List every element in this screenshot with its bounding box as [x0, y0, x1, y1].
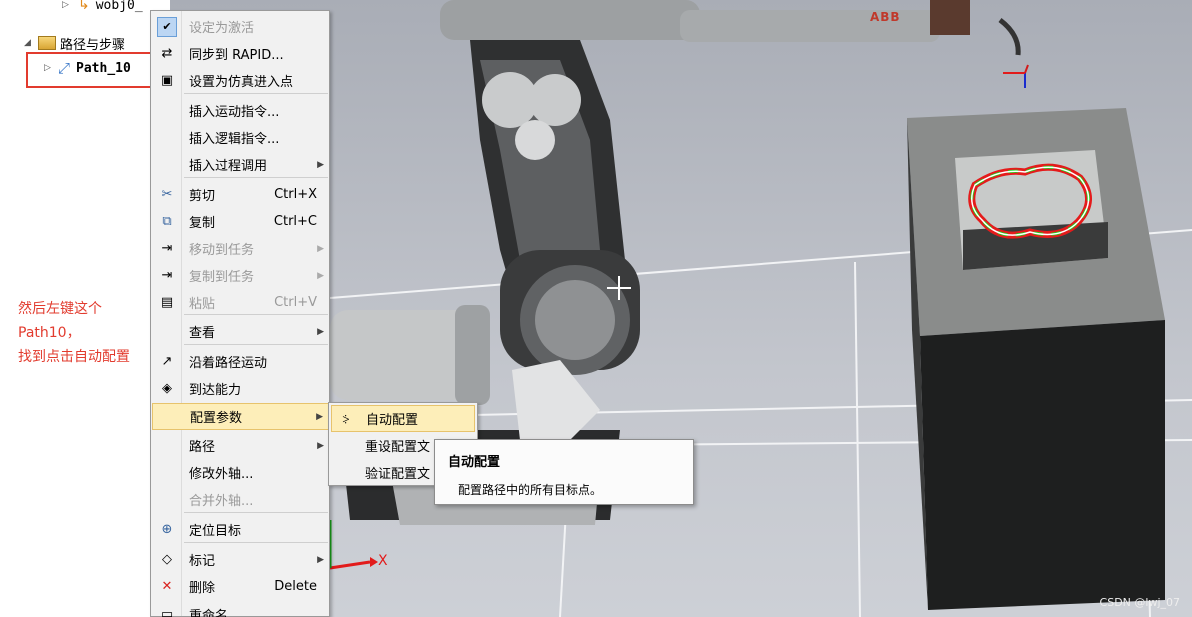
menu-item-label: 路径 [189, 440, 216, 455]
copy-task-icon: ⇥ [161, 268, 173, 283]
menu-item-19[interactable]: ⊕ 定位目标 [152, 516, 329, 543]
watermark: CSDN @lwj_07 [1099, 596, 1180, 609]
menu-item-auto-config[interactable]: ⸖ 自动配置 [331, 405, 475, 432]
menu-item-9[interactable]: ⇥ 移动到任务 ▶ [152, 235, 329, 262]
menu-item-label: 验证配置文 [365, 467, 431, 482]
tree-item-paths-and-procedures[interactable]: ◢ 路径与步骤 [24, 32, 125, 54]
menu-item-label: 到达能力 [189, 383, 242, 398]
menu-item-label: 标记 [189, 554, 216, 569]
sync-icon: ⇄ [161, 46, 173, 61]
tool-frame [1003, 64, 1029, 88]
reachability-icon: ◈ [162, 381, 172, 396]
menu-item-label: 沿着路径运动 [189, 356, 268, 371]
menu-item-label: 插入运动指令... [189, 105, 280, 120]
locate-icon: ⊕ [161, 522, 173, 537]
menu-item-label: 设置为仿真进入点 [189, 75, 294, 90]
menu-item-20[interactable]: ◇ 标记 ▶ [152, 546, 329, 573]
menu-item-shortcut: Delete [274, 579, 317, 594]
menu-item-13[interactable]: ↗ 沿着路径运动 [152, 348, 329, 375]
rename-icon: ▭ [160, 607, 174, 617]
annotation-line-2: Path10， [18, 325, 81, 341]
annotation-text: 然后左键这个 Path10， 找到点击自动配置 [18, 297, 178, 369]
submenu-arrow-icon: ▶ [317, 243, 324, 254]
tag-icon: ◇ [162, 552, 172, 567]
menu-item-22[interactable]: ▭ 重命名 [152, 601, 329, 617]
menu-item-label: 剪切 [189, 189, 216, 204]
world-axis [328, 520, 378, 570]
menu-item-15[interactable]: 配置参数 ▶ [152, 403, 329, 430]
workobject-icon: ↳ [78, 0, 90, 13]
menu-item-label: 重设配置文 [365, 440, 431, 455]
menu-item-2[interactable]: ⇄ 同步到 RAPID... [152, 40, 329, 67]
menu-item-shortcut: Ctrl+C [273, 214, 317, 229]
tree-item-wobj0[interactable]: ▷ ↳ wobj0_ [62, 0, 143, 16]
menu-item-5[interactable]: 插入逻辑指令... [152, 124, 329, 151]
submenu-arrow-icon: ▶ [317, 440, 324, 451]
folder-icon [38, 36, 56, 50]
submenu-arrow-icon: ▶ [316, 411, 323, 422]
menu-item-label: 插入过程调用 [189, 159, 268, 174]
check-icon: ✔ [157, 16, 177, 37]
expand-icon[interactable]: ▷ [62, 0, 72, 10]
axis-x-label: X [378, 553, 388, 569]
move-icon: ⇥ [161, 241, 173, 256]
menu-item-label: 移动到任务 [189, 243, 255, 258]
menu-item-label: 粘贴 [189, 297, 216, 312]
delete-icon: ✕ [161, 579, 173, 594]
menu-item-14[interactable]: ◈ 到达能力 [152, 375, 329, 402]
submenu-arrow-icon: ▶ [317, 554, 324, 565]
tree-item-label: wobj0_ [95, 0, 143, 13]
menu-item-label: 自动配置 [366, 413, 419, 428]
menu-item-label: 插入逻辑指令... [189, 132, 280, 147]
tooltip-text: 配置路径中的所有目标点。 [458, 483, 603, 497]
auto-config-icon: ⸖ [342, 412, 350, 428]
tooltip: 自动配置 配置路径中的所有目标点。 [434, 439, 694, 505]
menu-item-shortcut: Ctrl+V [274, 295, 317, 310]
menu-item-7[interactable]: ✂ 剪切 Ctrl+X [152, 181, 329, 208]
menu-item-11[interactable]: ▤ 粘贴 Ctrl+V [152, 289, 329, 316]
menu-item-10[interactable]: ⇥ 复制到任务 ▶ [152, 262, 329, 289]
menu-item-label: 配置参数 [190, 411, 243, 426]
menu-item-16[interactable]: 路径 ▶ [152, 432, 329, 459]
menu-item-1[interactable]: ✔ 设定为激活 [152, 13, 329, 40]
copy-icon: ⧉ [162, 214, 172, 229]
menu-item-label: 合并外轴... [189, 494, 254, 509]
annotation-line-3: 找到点击自动配置 [18, 349, 130, 365]
menu-item-18[interactable]: 合并外轴... [152, 486, 329, 513]
menu-item-label: 定位目标 [189, 524, 242, 539]
menu-item-17[interactable]: 修改外轴... [152, 459, 329, 486]
scissors-icon: ✂ [161, 187, 173, 202]
abb-logo: ABB [870, 10, 901, 24]
menu-item-label: 修改外轴... [189, 467, 254, 482]
submenu-arrow-icon: ▶ [317, 159, 324, 170]
menu-item-shortcut: Ctrl+X [274, 187, 317, 202]
submenu-arrow-icon: ▶ [317, 326, 324, 337]
entry-point-icon: ▣ [160, 73, 174, 88]
menu-item-8[interactable]: ⧉ 复制 Ctrl+C [152, 208, 329, 235]
menu-item-label: 设定为激活 [189, 21, 255, 36]
tree-item-label: 路径与步骤 [60, 37, 126, 53]
menu-item-label: 同步到 RAPID... [189, 48, 284, 63]
menu-item-12[interactable]: 查看 ▶ [152, 318, 329, 345]
menu-item-label: 复制 [189, 216, 216, 231]
menu-item-6[interactable]: 插入过程调用 ▶ [152, 151, 329, 178]
menu-item-label: 重命名 [189, 609, 229, 617]
menu-item-label: 复制到任务 [189, 270, 255, 285]
collapse-icon[interactable]: ◢ [24, 38, 34, 48]
workpiece-table [907, 108, 1165, 610]
tooltip-title: 自动配置 [448, 455, 501, 470]
annotation-line-1: 然后左键这个 [18, 301, 102, 317]
menu-item-21[interactable]: ✕ 删除 Delete [152, 573, 329, 600]
menu-item-4[interactable]: 插入运动指令... [152, 97, 329, 124]
highlight-box [26, 52, 163, 88]
menu-item-3[interactable]: ▣ 设置为仿真进入点 [152, 67, 329, 94]
menu-item-label: 删除 [189, 581, 216, 596]
submenu-arrow-icon: ▶ [317, 270, 324, 281]
menu-item-label: 查看 [189, 326, 216, 341]
